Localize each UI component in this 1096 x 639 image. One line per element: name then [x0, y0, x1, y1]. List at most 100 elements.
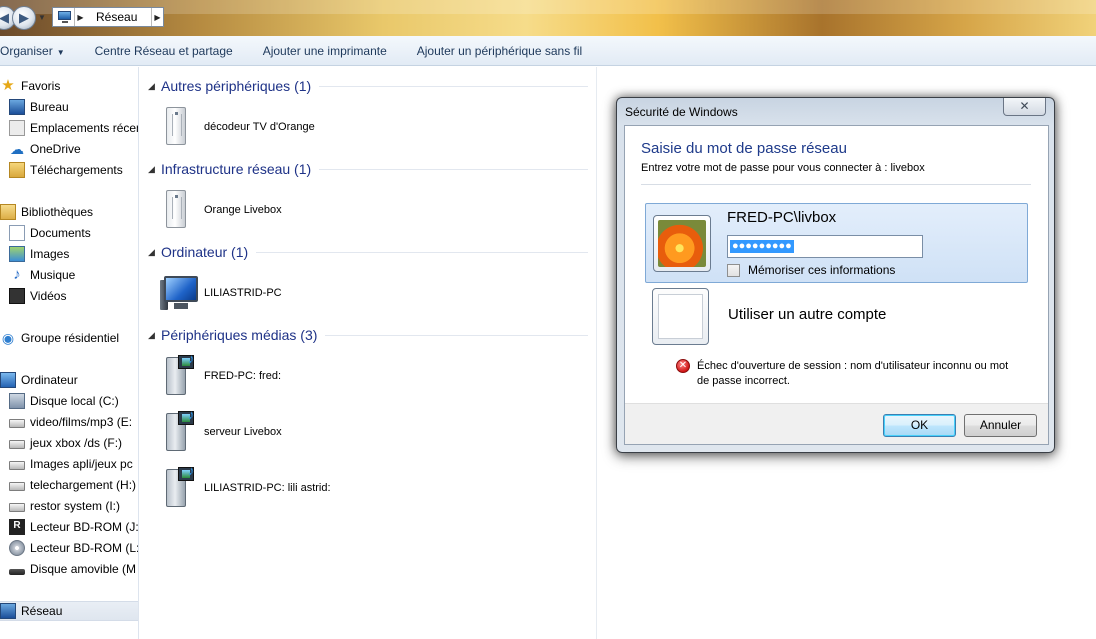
- device-item[interactable]: décodeur TV d'Orange: [160, 103, 315, 151]
- sidebar-item-favorites[interactable]: ★ Favoris: [0, 76, 138, 96]
- sidebar-item-downloads[interactable]: Téléchargements: [0, 160, 138, 180]
- sidebar-item-label: Images apli/jeux pc: [30, 457, 133, 471]
- hard-drive-icon: [9, 419, 25, 428]
- sidebar-item-label: Vidéos: [30, 289, 67, 303]
- recent-pages-dropdown[interactable]: ▼: [38, 13, 46, 22]
- dropdown-arrow-icon: ▼: [56, 47, 65, 57]
- sidebar-item-homegroup[interactable]: ◉ Groupe résidentiel: [0, 328, 138, 348]
- sidebar-item-videos[interactable]: Vidéos: [0, 286, 138, 306]
- sidebar-item-drive-j[interactable]: R Lecteur BD-ROM (J:): [0, 517, 139, 537]
- device-tower-icon: [160, 104, 192, 150]
- organize-button[interactable]: Organiser ▼: [0, 44, 80, 58]
- sidebar-item-label: Bureau: [30, 100, 69, 114]
- other-account-tile[interactable]: [652, 288, 709, 345]
- sidebar-item-label: Ordinateur: [21, 373, 78, 387]
- group-header-media-devices[interactable]: ◢ Périphériques médias (3): [148, 325, 588, 345]
- sidebar-item-drive-f[interactable]: jeux xbox /ds (F:): [0, 433, 138, 453]
- sidebar-item-label: Emplacements récen: [30, 121, 139, 135]
- sidebar-item-recent-places[interactable]: Emplacements récen: [0, 118, 139, 138]
- sidebar-item-drive-e[interactable]: video/films/mp3 (E:: [0, 412, 138, 432]
- close-button[interactable]: ✕: [1003, 98, 1046, 116]
- homegroup-icon: ◉: [1, 330, 15, 346]
- back-arrow-icon: ◀: [0, 10, 9, 25]
- system-drive-icon: [9, 393, 25, 409]
- credential-tile[interactable]: FRED-PC\livbox ●●●●●●●●● Mémoriser ces i…: [645, 203, 1028, 283]
- command-bar: Organiser ▼ Centre Réseau et partage Ajou…: [0, 36, 1096, 66]
- sidebar-item-computer[interactable]: Ordinateur: [0, 370, 138, 390]
- removable-drive-icon: [9, 568, 25, 575]
- dialog-title: Sécurité de Windows: [625, 105, 738, 119]
- windows-security-dialog: Sécurité de Windows ✕ Saisie du mot de p…: [616, 97, 1055, 453]
- media-server-icon: ♪: [160, 407, 195, 455]
- sidebar-item-label: telechargement (H:): [30, 478, 137, 492]
- remember-label: Mémoriser ces informations: [748, 263, 896, 277]
- navigation-pane: ★ Favoris Bureau Emplacements récen ☁ OneD…: [0, 67, 139, 639]
- sidebar-item-label: Documents: [30, 226, 91, 240]
- sidebar-item-network[interactable]: Réseau: [0, 601, 138, 621]
- sidebar-item-drive-h[interactable]: telechargement (H:): [0, 475, 138, 495]
- sidebar-item-drive-m[interactable]: Disque amovible (M: [0, 559, 138, 579]
- hard-drive-icon: [9, 440, 25, 449]
- device-item[interactable]: Orange Livebox: [160, 186, 282, 234]
- address-bar[interactable]: ▶ Réseau ▶: [52, 7, 164, 27]
- device-item[interactable]: ♪ FRED-PC: fred:: [160, 351, 281, 400]
- sidebar-item-label: Disque amovible (M: [30, 562, 137, 576]
- sidebar-item-drive-i[interactable]: restor system (I:): [0, 496, 138, 516]
- add-printer-button[interactable]: Ajouter une imprimante: [248, 44, 402, 58]
- flower-avatar-icon: [658, 220, 706, 267]
- sidebar-item-label: Musique: [30, 268, 76, 282]
- hard-drive-icon: [9, 503, 25, 512]
- sidebar-item-drive-c[interactable]: Disque local (C:): [0, 391, 138, 411]
- sidebar-item-label: Groupe résidentiel: [21, 331, 120, 345]
- desktop-icon: [9, 99, 25, 115]
- sidebar-item-label: Lecteur BD-ROM (J:): [30, 520, 139, 534]
- group-header-computer[interactable]: ◢ Ordinateur (1): [148, 242, 588, 262]
- user-avatar: [653, 215, 711, 272]
- group-header-label: Ordinateur (1): [161, 244, 249, 260]
- network-sharing-center-button[interactable]: Centre Réseau et partage: [80, 44, 248, 58]
- group-divider: [325, 334, 588, 336]
- sidebar-item-label: Favoris: [21, 79, 61, 93]
- device-item[interactable]: LILIASTRID-PC: [160, 269, 282, 317]
- breadcrumb-chevron-icon[interactable]: ▶: [151, 8, 163, 26]
- device-label: LILIASTRID-PC: lili astrid:: [204, 482, 331, 494]
- device-item[interactable]: ♪ LILIASTRID-PC: lili astrid:: [160, 463, 331, 512]
- sidebar-item-libraries[interactable]: Bibliothèques: [0, 202, 138, 222]
- collapse-chevron-icon: ◢: [148, 163, 155, 174]
- dialog-heading: Saisie du mot de passe réseau: [641, 140, 847, 157]
- sidebar-item-desktop[interactable]: Bureau: [0, 97, 138, 117]
- group-header-network-infrastructure[interactable]: ◢ Infrastructure réseau (1): [148, 159, 588, 179]
- password-field[interactable]: ●●●●●●●●●: [727, 235, 923, 258]
- sidebar-item-images[interactable]: Images: [0, 244, 138, 264]
- other-account-label[interactable]: Utiliser un autre compte: [728, 306, 886, 323]
- sidebar-item-onedrive[interactable]: ☁ OneDrive: [0, 139, 138, 159]
- sidebar-item-label: OneDrive: [30, 142, 81, 156]
- breadcrumb-location[interactable]: Réseau: [86, 10, 151, 24]
- device-item[interactable]: ♪ serveur Livebox: [160, 407, 282, 456]
- device-label: décodeur TV d'Orange: [204, 121, 315, 133]
- breadcrumb-chevron-icon[interactable]: ▶: [74, 8, 86, 26]
- username-label: FRED-PC\livbox: [727, 209, 837, 226]
- group-header-other-devices[interactable]: ◢ Autres périphériques (1): [148, 76, 588, 96]
- sidebar-item-drive-g[interactable]: Images apli/jeux pc: [0, 454, 138, 474]
- group-divider: [256, 251, 588, 253]
- cancel-button[interactable]: Annuler: [964, 414, 1037, 437]
- music-note-icon: ♪: [13, 266, 21, 283]
- router-icon: [160, 187, 192, 233]
- ok-button[interactable]: OK: [883, 414, 956, 437]
- star-icon: ★: [1, 77, 15, 94]
- forward-arrow-icon: ▶: [19, 10, 29, 25]
- documents-icon: [9, 225, 25, 241]
- group-header-label: Périphériques médias (3): [161, 327, 318, 343]
- sidebar-item-documents[interactable]: Documents: [0, 223, 138, 243]
- dialog-footer: OK Annuler: [625, 403, 1048, 444]
- sidebar-item-music[interactable]: ♪ Musique: [0, 265, 138, 285]
- group-divider: [319, 85, 588, 87]
- add-wireless-device-button[interactable]: Ajouter un périphérique sans fil: [402, 44, 597, 58]
- recent-places-icon: [9, 120, 25, 136]
- sidebar-item-label: restor system (I:): [30, 499, 121, 513]
- sidebar-item-drive-l[interactable]: Lecteur BD-ROM (L:): [0, 538, 138, 558]
- close-icon: ✕: [1019, 99, 1030, 113]
- remember-credentials-checkbox[interactable]: Mémoriser ces informations: [727, 263, 895, 277]
- forward-button[interactable]: ▶: [12, 6, 36, 30]
